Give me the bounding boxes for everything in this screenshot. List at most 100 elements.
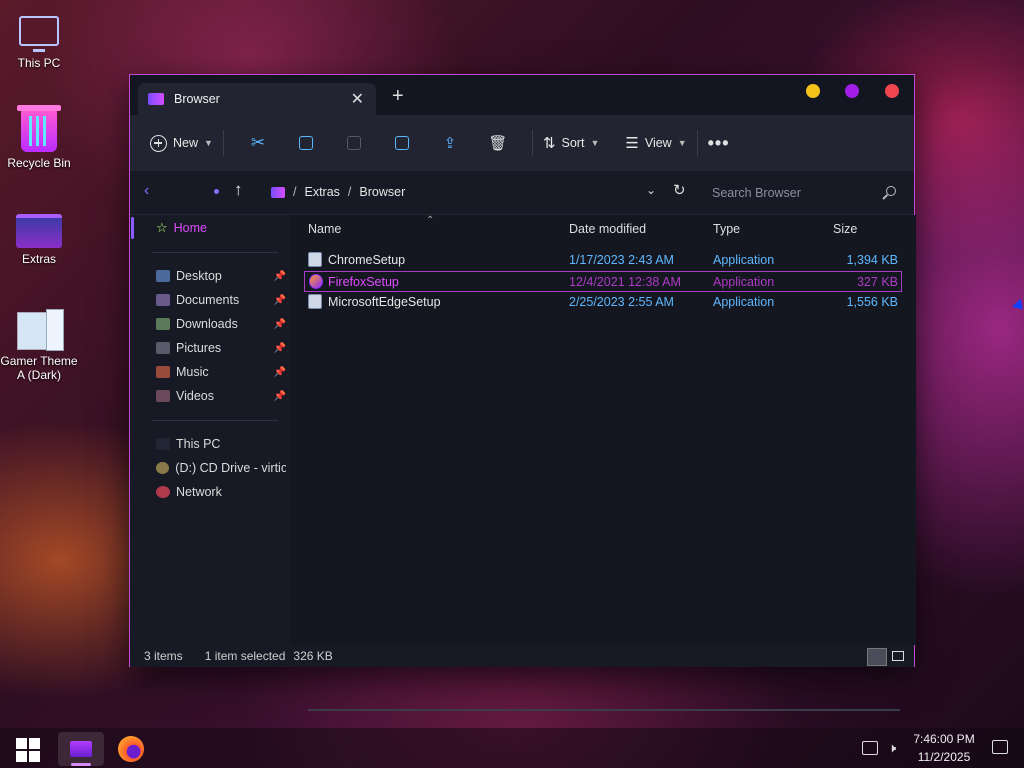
desktop-icon-this-pc[interactable]: This PC <box>0 10 79 70</box>
rename-button[interactable] <box>378 136 426 150</box>
sort-button[interactable]: ⇅ Sort ▼ <box>543 134 599 152</box>
search-input[interactable]: Search Browser <box>698 177 908 209</box>
file-row-chromesetup[interactable]: ChromeSetup 1/17/2023 2:43 AM Applicatio… <box>304 250 902 271</box>
desktop-icon-gamer-theme[interactable]: Gamer Theme A (Dark) <box>0 309 79 382</box>
desktop-icon-label: Recycle Bin <box>7 156 71 170</box>
file-type: Application <box>713 253 775 267</box>
file-size: 1,394 KB <box>846 253 898 267</box>
paste-button[interactable] <box>330 136 378 150</box>
sidebar-item-label: This PC <box>176 437 221 451</box>
back-button[interactable]: ‹ <box>144 182 149 200</box>
pin-icon[interactable]: 📌 <box>274 343 286 354</box>
breadcrumb-extras[interactable]: Extras <box>304 185 339 199</box>
pin-icon[interactable]: 📌 <box>274 295 286 306</box>
more-options-button[interactable]: ••• <box>708 133 730 154</box>
cut-button[interactable]: ✂ <box>234 133 282 153</box>
videos-icon <box>156 390 170 402</box>
view-button[interactable]: ☰ View ▼ <box>625 134 686 152</box>
navigation-pane: ☆ Home Desktop 📌 Documents 📌 Downloads 📌… <box>130 215 290 645</box>
sidebar-item-home[interactable]: ☆ Home <box>156 218 286 238</box>
breadcrumb-browser[interactable]: Browser <box>359 185 405 199</box>
sidebar-item-music[interactable]: Music 📌 <box>156 362 286 382</box>
file-type: Application <box>713 295 775 309</box>
sidebar-item-label: Network <box>176 485 222 499</box>
close-tab-icon[interactable]: ✕ <box>351 89 364 109</box>
chevron-down-icon[interactable]: ⌄ <box>646 183 656 197</box>
more-icon: ••• <box>707 132 730 153</box>
taskbar: 🕨 7:46:00 PM 11/2/2025 <box>0 728 1024 768</box>
share-button[interactable]: ⇪ <box>426 134 474 152</box>
system-clock[interactable]: 7:46:00 PM 11/2/2025 <box>910 730 978 766</box>
sidebar-item-network[interactable]: Network <box>156 482 286 502</box>
horizontal-scrollbar[interactable] <box>308 709 900 711</box>
sidebar-item-this-pc[interactable]: This PC <box>156 434 286 454</box>
column-header-name[interactable]: Name <box>308 222 341 236</box>
file-row-firefoxsetup[interactable]: FirefoxSetup 12/4/2021 12:38 AM Applicat… <box>304 271 902 292</box>
sidebar-item-label: (D:) CD Drive - virtio- <box>175 461 286 475</box>
copy-button[interactable] <box>282 136 330 150</box>
clock-time: 7:46:00 PM <box>913 732 975 746</box>
installer-icon <box>308 252 322 267</box>
desktop-icon-label: This PC <box>17 56 61 70</box>
notification-icon[interactable] <box>992 740 1008 754</box>
maximize-button[interactable] <box>845 84 859 98</box>
refresh-icon[interactable]: ↻ <box>673 181 686 199</box>
plus-circle-icon <box>150 134 167 152</box>
file-row-microsoftedgesetup[interactable]: MicrosoftEdgeSetup 2/25/2023 2:55 AM App… <box>304 292 902 313</box>
sidebar-item-label: Videos <box>176 389 214 403</box>
sidebar-item-label: Documents <box>176 293 240 307</box>
folder-icon <box>148 93 164 105</box>
divider <box>152 252 278 253</box>
taskbar-file-explorer[interactable] <box>58 732 104 766</box>
sort-label: Sort <box>561 136 585 150</box>
recycle-bin-icon <box>17 105 61 152</box>
column-header-date[interactable]: Date modified <box>569 222 646 236</box>
start-button[interactable] <box>16 738 40 762</box>
new-tab-button[interactable]: + <box>392 86 404 106</box>
minimize-button[interactable] <box>806 84 820 98</box>
pin-icon[interactable]: 📌 <box>274 391 286 402</box>
rename-icon <box>394 136 409 150</box>
sidebar-item-label: Home <box>173 221 207 235</box>
sidebar-item-desktop[interactable]: Desktop 📌 <box>156 266 286 286</box>
taskbar-firefox[interactable] <box>118 736 144 762</box>
column-header-size[interactable]: Size <box>833 222 857 236</box>
computer-icon <box>156 438 170 450</box>
column-header-type[interactable]: Type <box>713 222 740 236</box>
sidebar-item-label: Music <box>176 365 209 379</box>
network-icon <box>156 486 170 498</box>
pin-icon[interactable]: 📌 <box>274 271 286 282</box>
desktop-icon-extras[interactable]: Extras <box>0 208 79 266</box>
file-list: Name ⌃ Date modified Type Size ChromeSet… <box>290 215 916 711</box>
search-placeholder: Search Browser <box>712 186 801 200</box>
windows-logo-icon <box>16 738 27 749</box>
volume-muted-icon[interactable]: 🕨 <box>888 740 896 756</box>
new-button[interactable]: New ▼ <box>150 134 213 152</box>
file-size: 1,556 KB <box>846 295 898 309</box>
pin-icon[interactable]: 📌 <box>274 367 286 378</box>
up-button[interactable]: ↑ <box>234 180 243 200</box>
sidebar-item-videos[interactable]: Videos 📌 <box>156 386 286 406</box>
file-explorer-window: Browser ✕ + New ▼ ✂ ⇪ 🗑 ⇅ Sort ▼ ☰ View … <box>129 74 916 711</box>
chevron-down-icon: ▼ <box>590 138 600 148</box>
file-name: MicrosoftEdgeSetup <box>328 295 441 309</box>
desktop-icon-label: Gamer Theme A (Dark) <box>0 354 78 382</box>
pin-icon[interactable]: 📌 <box>274 319 286 330</box>
details-view-button[interactable] <box>867 648 887 666</box>
sidebar-item-cd-drive[interactable]: (D:) CD Drive - virtio- <box>156 458 286 478</box>
desktop-icon-recycle-bin[interactable]: Recycle Bin <box>0 105 79 170</box>
trash-icon: 🗑 <box>488 135 508 152</box>
network-tray-icon[interactable] <box>862 741 878 755</box>
command-bar: New ▼ ✂ ⇪ 🗑 ⇅ Sort ▼ ☰ View ▼ ••• <box>130 115 914 171</box>
sidebar-item-documents[interactable]: Documents 📌 <box>156 290 286 310</box>
tiles-view-button[interactable] <box>889 648 909 666</box>
desktop-icon-label: Extras <box>21 252 56 266</box>
file-type: Application <box>713 275 775 289</box>
forward-button[interactable] <box>214 189 219 194</box>
delete-button[interactable]: 🗑 <box>474 134 522 152</box>
sidebar-item-pictures[interactable]: Pictures 📌 <box>156 338 286 358</box>
close-window-button[interactable] <box>885 84 899 98</box>
breadcrumb[interactable]: / Extras / Browser <box>271 185 405 199</box>
tab-browser[interactable]: Browser ✕ <box>138 83 376 115</box>
sidebar-item-downloads[interactable]: Downloads 📌 <box>156 314 286 334</box>
